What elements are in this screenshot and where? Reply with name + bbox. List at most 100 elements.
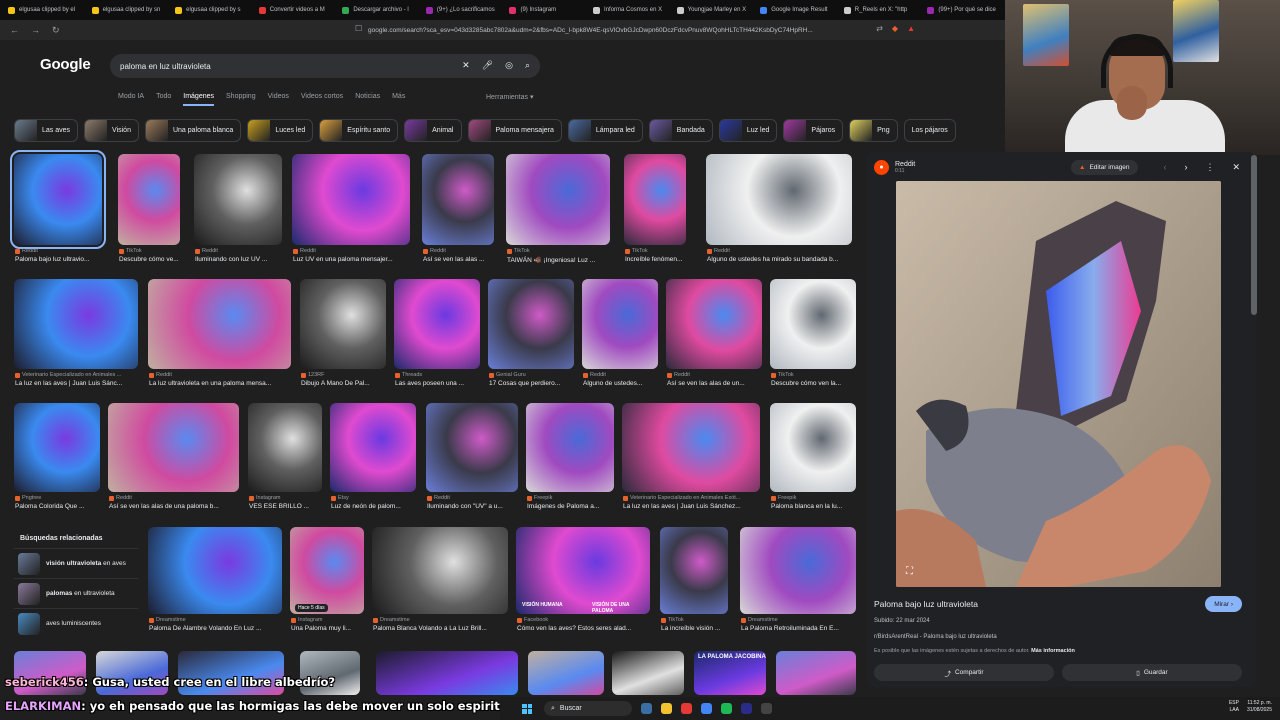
image-result[interactable]: Dreamstime La Paloma Retroiluminada En E.… xyxy=(740,527,856,638)
tab-4[interactable]: Videos xyxy=(268,93,289,106)
image-result[interactable]: Reddit Alguno de ustedes ha mirado su ban… xyxy=(706,154,852,269)
result-source[interactable]: Instagram xyxy=(249,495,280,501)
image-result[interactable]: Reddit Iluminando con "UV" a u... xyxy=(426,403,518,516)
image-result[interactable]: Instagram Una Paloma muy li... Hace 5 días xyxy=(290,527,364,638)
suggestion-chip[interactable]: Png xyxy=(849,119,898,142)
result-source[interactable]: Reddit xyxy=(109,495,132,501)
result-caption[interactable]: La luz en las aves | Juan Luis Sánc... xyxy=(15,380,139,387)
result-thumbnail[interactable] xyxy=(330,403,416,492)
result-thumbnail[interactable] xyxy=(776,651,856,695)
result-thumbnail[interactable] xyxy=(528,651,604,695)
result-caption[interactable]: Así se ven las alas ... xyxy=(423,256,495,263)
lens-icon[interactable]: ◎ xyxy=(505,60,513,71)
taskview-icon[interactable] xyxy=(641,703,652,714)
image-result[interactable] xyxy=(528,651,604,695)
image-result[interactable]: Reddit Alguno de ustedes... xyxy=(582,279,658,393)
result-caption[interactable]: Descubre cómo ven la... xyxy=(771,380,857,387)
more-icon[interactable]: ⋮ xyxy=(1205,162,1214,173)
search-icon[interactable]: ⌕ xyxy=(525,60,530,71)
result-thumbnail[interactable] xyxy=(14,279,138,369)
result-thumbnail[interactable] xyxy=(516,527,650,614)
result-caption[interactable]: Luz de neón de palom... xyxy=(331,503,417,510)
result-source[interactable]: Instagram xyxy=(291,617,322,623)
result-caption[interactable]: Imágenes de Paloma a... xyxy=(527,503,615,510)
image-result[interactable]: TikTok La increíble visión ... xyxy=(660,527,728,638)
browser-tab[interactable]: R_Reels en X: "http xyxy=(840,1,922,19)
result-caption[interactable]: VES ESE BRILLO ... xyxy=(249,503,323,510)
image-result[interactable]: Threads Las aves poseen una ... xyxy=(394,279,480,393)
tab-7[interactable]: Más xyxy=(392,93,405,106)
browser-tab[interactable]: Google Image Result xyxy=(756,1,838,19)
image-result[interactable]: Reddit Luz UV en una paloma mensajer... xyxy=(292,154,410,269)
browser-tab[interactable]: elgusaa clipped by el xyxy=(4,1,86,19)
brave-icon[interactable] xyxy=(681,703,692,714)
tab-5[interactable]: Videos cortos xyxy=(301,93,343,106)
suggestion-chip[interactable]: Pájaros xyxy=(783,119,844,142)
image-result[interactable]: Reddit Iluminando con luz UV ... xyxy=(194,154,282,269)
related-search-item[interactable]: aves luminiscentes xyxy=(14,608,138,638)
result-source[interactable]: Freepik xyxy=(527,495,552,501)
result-thumbnail[interactable] xyxy=(666,279,762,369)
browser-tab[interactable]: elgusaa clipped by sn xyxy=(88,1,170,19)
result-thumbnail[interactable] xyxy=(624,154,686,245)
image-result[interactable]: LA PALOMA JACOBINA xyxy=(694,651,766,695)
result-thumbnail[interactable] xyxy=(394,279,480,369)
result-source[interactable]: Reddit xyxy=(15,248,38,254)
image-result[interactable]: Freepik Paloma blanca en la lu... xyxy=(770,403,856,516)
browser-tab[interactable]: Descargar archivo - l xyxy=(338,1,420,19)
close-icon[interactable]: ✕ xyxy=(1232,162,1240,173)
result-source[interactable]: Freepik xyxy=(771,495,796,501)
result-thumbnail[interactable] xyxy=(10,150,106,249)
extension-icon[interactable]: ◆ xyxy=(892,24,898,33)
back-icon[interactable]: ← xyxy=(10,25,19,36)
clear-icon[interactable]: ✕ xyxy=(462,60,470,71)
image-result[interactable]: Etsy Luz de neón de palom... xyxy=(330,403,416,516)
result-thumbnail[interactable] xyxy=(770,279,856,369)
tab-6[interactable]: Noticias xyxy=(355,93,380,106)
result-source[interactable]: Reddit xyxy=(707,248,730,254)
result-thumbnail[interactable] xyxy=(622,403,760,492)
share-button[interactable]: ⤴ Compartir xyxy=(874,664,1054,681)
image-result[interactable]: Pngtree Paloma Colorida Que ... xyxy=(14,403,100,516)
image-result[interactable]: Genial Guru 17 Cosas que perdiero... xyxy=(488,279,574,393)
result-caption[interactable]: Descubre cómo ve... xyxy=(119,256,181,263)
result-source[interactable]: Dreamstime xyxy=(741,617,778,623)
result-thumbnail[interactable] xyxy=(118,154,180,245)
result-source[interactable]: Pngtree xyxy=(15,495,41,501)
result-thumbnail[interactable] xyxy=(740,527,856,614)
result-source[interactable]: Veterinario Especializado en Animales ..… xyxy=(15,372,121,378)
edit-image-button[interactable]: ▲ Editar imagen xyxy=(1071,160,1138,175)
result-source[interactable]: 123RF xyxy=(301,372,325,378)
explorer-icon[interactable] xyxy=(661,703,672,714)
result-thumbnail[interactable] xyxy=(108,403,239,492)
image-result[interactable]: TikTok Increíble fenómen... xyxy=(624,154,686,269)
result-caption[interactable]: Alguno de ustedes... xyxy=(583,380,659,387)
browser-tab[interactable]: Informa Cosmos en X xyxy=(589,1,671,19)
image-result[interactable] xyxy=(776,651,856,695)
google-logo[interactable]: Google xyxy=(40,56,91,73)
result-caption[interactable]: Iluminando con "UV" a u... xyxy=(427,503,519,510)
result-caption[interactable]: Paloma De Alambre Volando En Luz ... xyxy=(149,625,283,632)
image-result[interactable]: Facebook Cómo ven las aves? Estos seres a… xyxy=(516,527,650,638)
premiere-icon[interactable] xyxy=(741,703,752,714)
tab-0[interactable]: Modo IA xyxy=(118,93,144,106)
image-result[interactable]: Instagram VES ESE BRILLO ... xyxy=(248,403,322,516)
result-caption[interactable]: Así se ven las alas de un... xyxy=(667,380,763,387)
suggestion-chip[interactable]: Visión xyxy=(84,119,139,142)
result-thumbnail[interactable] xyxy=(14,403,100,492)
visit-button[interactable]: Mirar › xyxy=(1205,596,1242,612)
suggestion-chip[interactable]: Las aves xyxy=(14,119,79,142)
image-result[interactable]: Reddit Así se ven las alas de una paloma … xyxy=(108,403,239,516)
lens-search-icon[interactable]: ⛶ xyxy=(906,566,913,577)
result-thumbnail[interactable] xyxy=(248,403,322,492)
suggestion-chip[interactable]: Animal xyxy=(404,119,462,142)
result-thumbnail[interactable] xyxy=(422,154,494,245)
result-thumbnail[interactable] xyxy=(194,154,282,245)
browser-tab[interactable]: (9) Instagram xyxy=(505,1,587,19)
result-caption[interactable]: Las aves poseen una ... xyxy=(395,380,481,387)
result-source[interactable]: Reddit xyxy=(427,495,450,501)
tab-2[interactable]: Imágenes xyxy=(183,93,215,106)
result-source[interactable]: Dreamstime xyxy=(149,617,186,623)
result-caption[interactable]: La Paloma Retroiluminada En E... xyxy=(741,625,857,632)
result-caption[interactable]: 17 Cosas que perdiero... xyxy=(489,380,575,387)
